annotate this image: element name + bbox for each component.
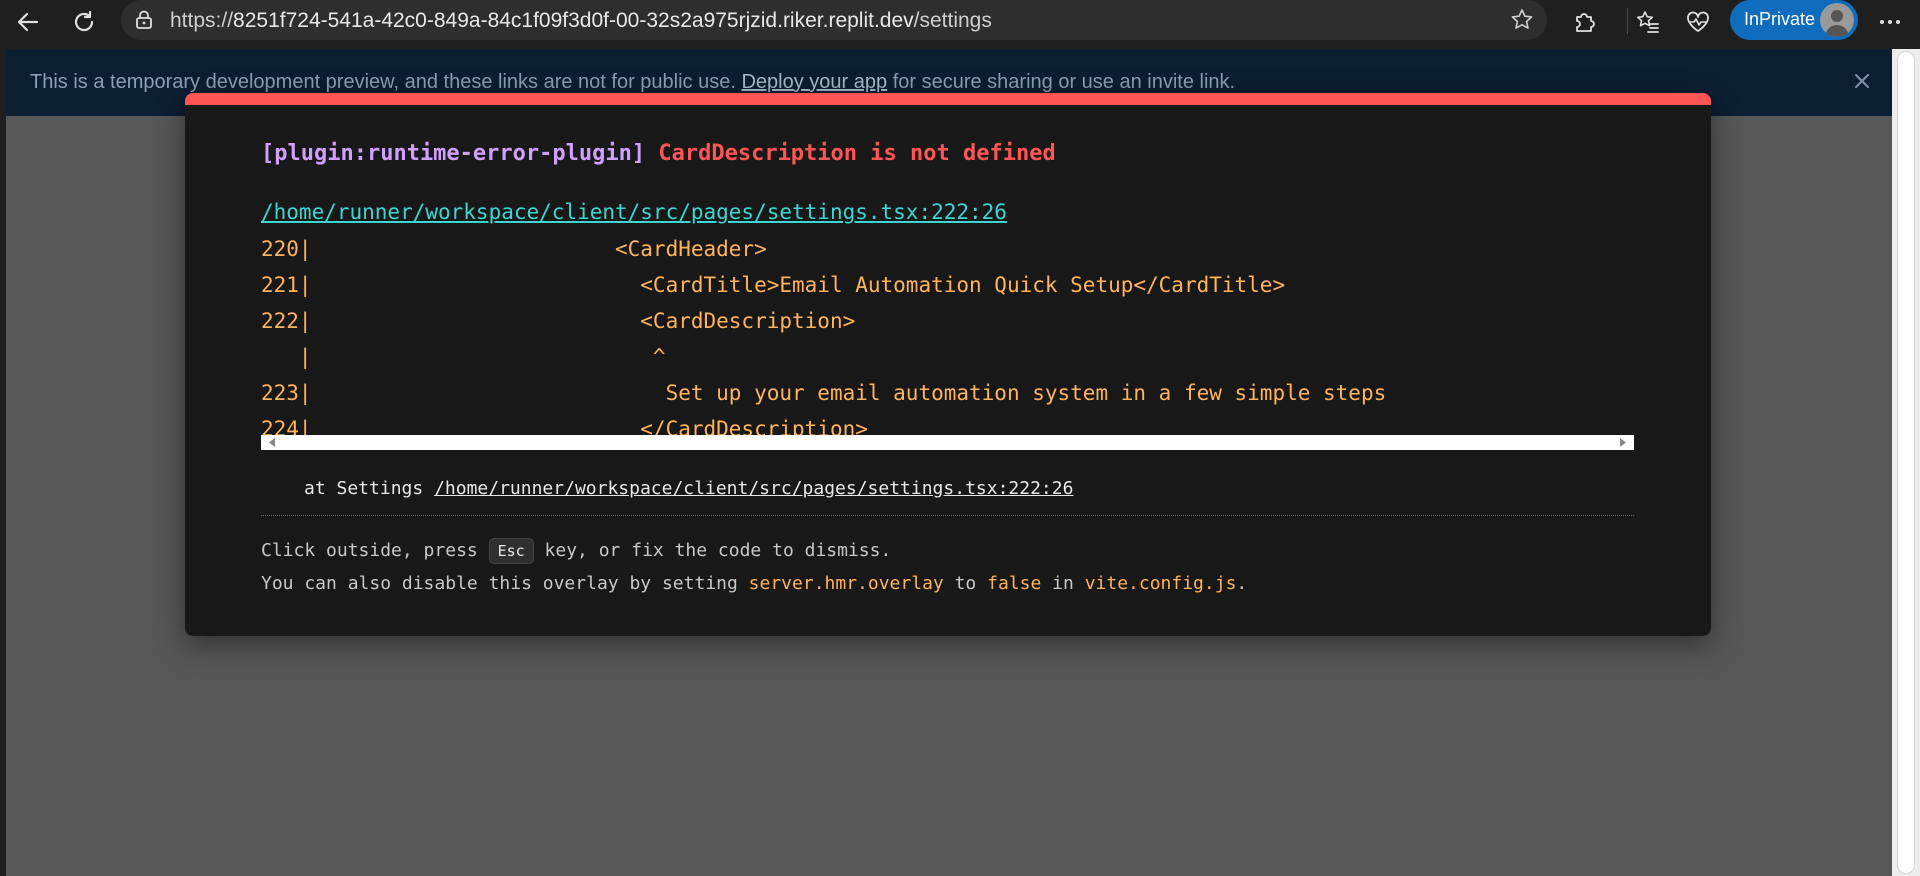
code-line: 221| <CardTitle>Email Automation Quick S… xyxy=(261,273,1286,297)
code-line: 220| <CardHeader> xyxy=(261,237,767,261)
scroll-left-arrow-icon[interactable] xyxy=(269,438,277,447)
config-setting: server.hmr.overlay xyxy=(748,573,944,594)
favorites-button[interactable] xyxy=(1630,4,1666,40)
banner-message: This is a temporary development preview,… xyxy=(30,71,1235,94)
deploy-app-link[interactable]: Deploy your app xyxy=(741,71,887,93)
back-button[interactable] xyxy=(10,4,46,40)
dismiss-tip: Click outside, press Esc key, or fix the… xyxy=(261,538,891,564)
config-file: vite.config.js xyxy=(1084,573,1237,594)
favorite-star-icon[interactable] xyxy=(1509,7,1535,33)
tip-text: . xyxy=(1236,573,1248,594)
error-plugin-name: [plugin:runtime-error-plugin] xyxy=(261,141,646,166)
vertical-scrollbar[interactable] xyxy=(1892,49,1920,876)
overlay-divider xyxy=(261,515,1634,516)
stack-location-link[interactable]: /home/runner/workspace/client/src/pages/… xyxy=(434,478,1073,499)
error-message: CardDescription is not defined xyxy=(658,141,1056,166)
stack-prefix: at Settings xyxy=(304,478,424,499)
scroll-right-arrow-icon[interactable] xyxy=(1618,438,1626,447)
person-avatar-icon xyxy=(1825,10,1849,37)
banner-text-after: for secure sharing or use an invite link… xyxy=(892,71,1236,93)
url-host: 8251f724-541a-42c0-849a-84c1f09f3d0f-00-… xyxy=(233,9,914,32)
browser-essentials-button[interactable] xyxy=(1680,4,1716,40)
url-scheme: https:// xyxy=(170,9,234,32)
code-horizontal-scrollbar[interactable] xyxy=(261,435,1634,450)
scrollbar-thumb[interactable] xyxy=(1897,51,1915,874)
tip-text: Click outside, press xyxy=(261,540,478,561)
esc-key: Esc xyxy=(488,538,534,564)
lock-icon[interactable] xyxy=(133,9,155,31)
extensions-button[interactable] xyxy=(1566,4,1602,40)
inprivate-profile-button[interactable]: InPrivate xyxy=(1730,0,1858,40)
refresh-icon xyxy=(74,10,94,32)
more-horizontal-icon xyxy=(1880,20,1900,24)
url-path: /settings xyxy=(913,9,992,32)
tip-text: You can also disable this overlay by set… xyxy=(261,573,738,594)
code-line: 223| Set up your email automation system… xyxy=(261,381,1387,405)
code-frame: 220| <CardHeader> 221| <CardTitle>Email … xyxy=(261,231,1633,447)
config-value: false xyxy=(987,573,1042,594)
url-text[interactable]: https://8251f724-541a-42c0-849a-84c1f09f… xyxy=(170,9,992,33)
stack-trace: at Settings /home/runner/workspace/clien… xyxy=(304,478,1073,499)
error-file-link[interactable]: /home/runner/workspace/client/src/pages/… xyxy=(261,200,1007,224)
profile-avatar xyxy=(1820,3,1854,37)
close-icon[interactable] xyxy=(1850,69,1874,93)
code-line-caret: | ^ xyxy=(261,345,666,369)
error-overlay[interactable]: [plugin:runtime-error-plugin] CardDescri… xyxy=(185,93,1711,636)
tip-text: in xyxy=(1052,573,1074,594)
disable-overlay-tip: You can also disable this overlay by set… xyxy=(261,573,1247,594)
browser-toolbar: https://8251f724-541a-42c0-849a-84c1f09f… xyxy=(0,0,1920,49)
inprivate-label: InPrivate xyxy=(1744,9,1816,29)
favorites-list-icon xyxy=(1637,11,1659,33)
settings-more-button[interactable] xyxy=(1872,4,1908,40)
back-arrow-icon xyxy=(17,12,39,32)
address-bar[interactable]: https://8251f724-541a-42c0-849a-84c1f09f… xyxy=(121,0,1547,40)
error-title: [plugin:runtime-error-plugin] CardDescri… xyxy=(261,141,1056,166)
tip-text: key, or fix the code to dismiss. xyxy=(544,540,892,561)
heart-pulse-icon xyxy=(1687,11,1709,32)
refresh-button[interactable] xyxy=(66,4,102,40)
puzzle-icon xyxy=(1576,13,1595,32)
code-line: 222| <CardDescription> xyxy=(261,309,856,333)
tip-text: to xyxy=(954,573,977,594)
toolbar-separator xyxy=(1627,8,1628,34)
banner-text: This is a temporary development preview,… xyxy=(30,71,736,93)
